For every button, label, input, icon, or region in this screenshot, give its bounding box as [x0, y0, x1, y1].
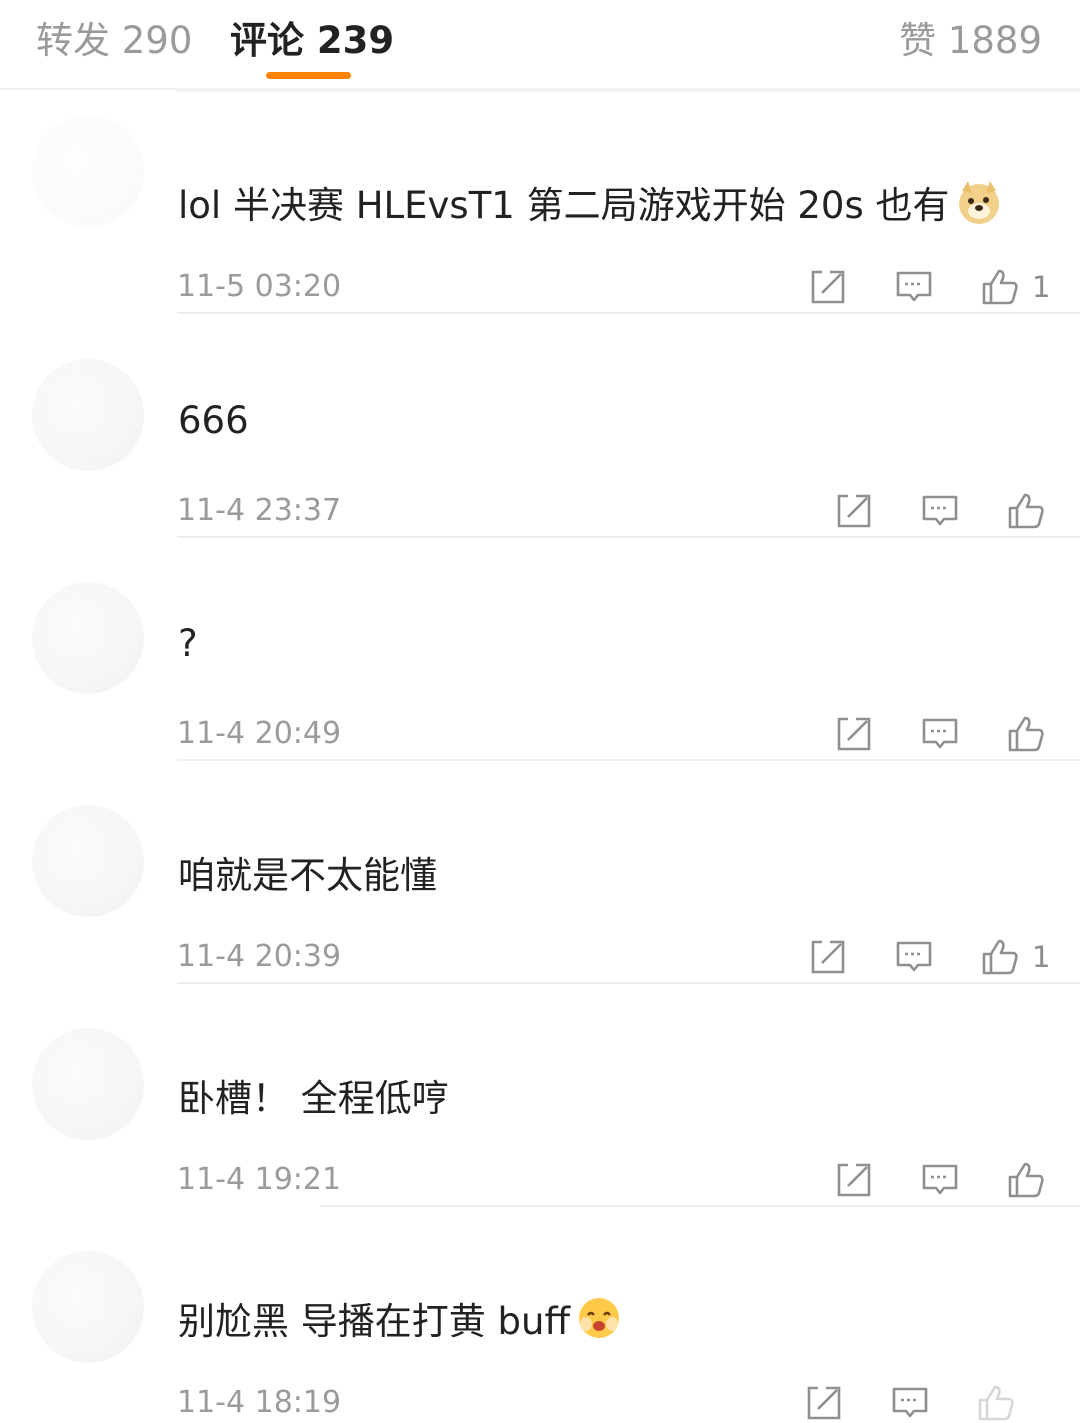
thumbs-up-icon[interactable]: [1006, 491, 1046, 531]
doge-emoji-icon: [958, 181, 999, 224]
share-icon[interactable]: [808, 267, 848, 307]
thumbs-up-icon[interactable]: [980, 937, 1020, 977]
comment-actions: [834, 714, 1046, 754]
header-divider: [175, 90, 1080, 92]
tab-likes[interactable]: 赞 1889: [899, 10, 1042, 64]
comment-text: 别尬黑 导播在打黄 buff: [178, 1291, 622, 1345]
comment-divider: [320, 1205, 1080, 1207]
like-count: 1: [1032, 270, 1051, 304]
comment-bubble-icon[interactable]: [920, 491, 960, 531]
comment-item: 咱就是不太能懂 11-4 20:39 1: [0, 805, 1080, 1068]
comment-item: 卧槽！ 全程低哼 11-4 19:21: [0, 1028, 1080, 1291]
thumbs-up-icon[interactable]: [976, 1383, 1016, 1423]
avatar[interactable]: [32, 1028, 144, 1140]
avatar[interactable]: [32, 805, 144, 917]
thumbs-up-icon[interactable]: [1006, 714, 1046, 754]
share-icon[interactable]: [808, 937, 848, 977]
comment-item: 666 11-4 23:37: [0, 359, 1080, 622]
like-count: 1: [1032, 940, 1051, 974]
comment-actions: [834, 1160, 1046, 1200]
comment-item: 别尬黑 导播在打黄 buff 11-4 18:19: [0, 1251, 1080, 1421]
comment-actions: 1: [808, 937, 1050, 977]
blush-emoji-icon: [578, 1298, 619, 1338]
comment-actions: [834, 491, 1046, 531]
comment-time: 11-4 19:21: [177, 1162, 342, 1197]
comment-bubble-icon[interactable]: [920, 1160, 960, 1200]
comment-text: 666: [178, 399, 249, 442]
avatar[interactable]: [32, 1251, 144, 1363]
comment-divider: [177, 982, 1080, 984]
comment-bubble-icon[interactable]: [894, 267, 934, 307]
tab-bar: 转发 290 评论 239 赞 1889: [0, 0, 1080, 90]
comment-text: 咱就是不太能懂: [178, 854, 437, 897]
comment-divider: [177, 312, 1080, 314]
tab-repost[interactable]: 转发 290: [36, 10, 192, 64]
avatar[interactable]: [32, 359, 144, 471]
tab-comments[interactable]: 评论 239: [230, 10, 394, 64]
comment-time: 11-4 20:49: [177, 716, 342, 751]
share-icon[interactable]: [834, 1160, 874, 1200]
comment-text: lol 半决赛 HLEvsT1 第二局游戏开始 20s 也有: [178, 175, 1002, 229]
comment-time: 11-4 23:37: [177, 493, 342, 528]
comment-text: ?: [178, 622, 198, 665]
comment-divider: [177, 759, 1080, 761]
avatar[interactable]: [32, 582, 144, 694]
comment-time: 11-4 20:39: [177, 939, 342, 974]
comment-time: 11-5 03:20: [177, 269, 342, 304]
comment-text: 卧槽！ 全程低哼: [178, 1077, 449, 1120]
comment-item: lol 半决赛 HLEvsT1 第二局游戏开始 20s 也有 11-5 03:2…: [0, 115, 1080, 398]
share-icon[interactable]: [834, 491, 874, 531]
comment-divider: [177, 536, 1080, 538]
comment-actions: [804, 1383, 1016, 1423]
comment-item: ? 11-4 20:49: [0, 582, 1080, 845]
thumbs-up-icon[interactable]: [1006, 1160, 1046, 1200]
comment-bubble-icon[interactable]: [890, 1383, 930, 1423]
share-icon[interactable]: [834, 714, 874, 754]
comment-bubble-icon[interactable]: [894, 937, 934, 977]
thumbs-up-icon[interactable]: [980, 267, 1020, 307]
active-tab-indicator: [266, 72, 351, 79]
avatar[interactable]: [32, 115, 144, 227]
comment-bubble-icon[interactable]: [920, 714, 960, 754]
share-icon[interactable]: [804, 1383, 844, 1423]
comment-time: 11-4 18:19: [177, 1385, 342, 1420]
comment-actions: 1: [808, 267, 1050, 307]
